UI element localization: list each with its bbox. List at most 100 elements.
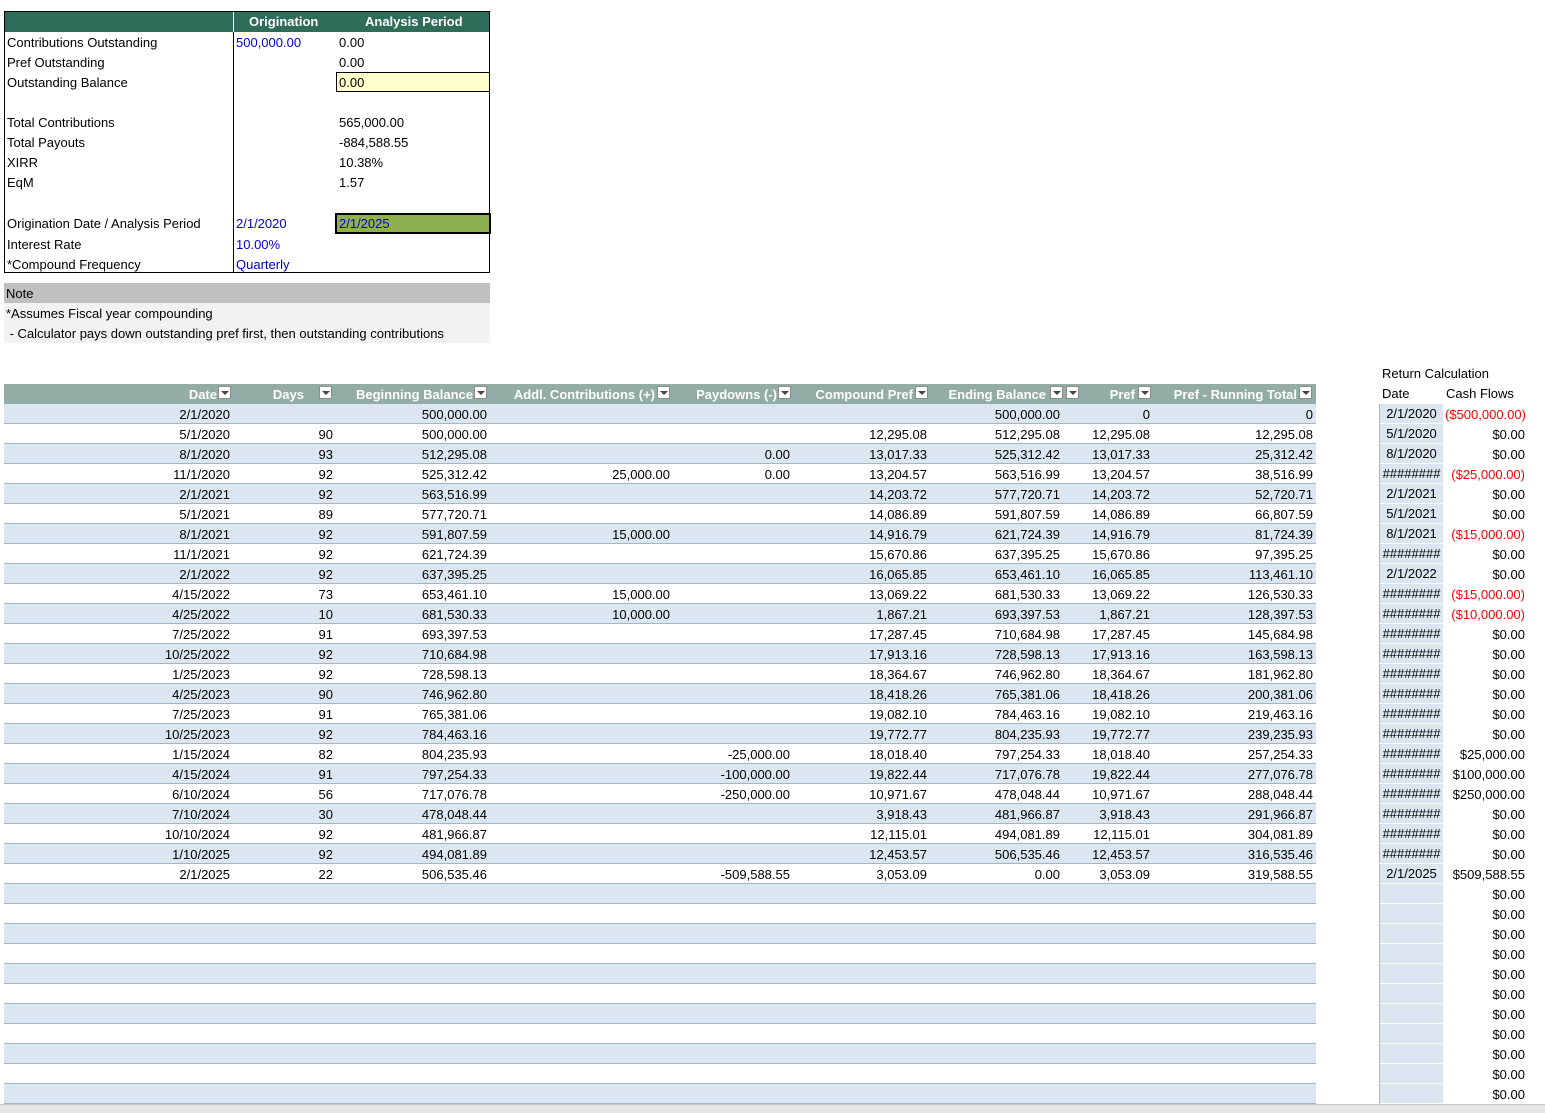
cell-pref[interactable]: 14,916.79	[1092, 527, 1150, 542]
cell-ending-balance[interactable]: 728,598.13	[995, 647, 1060, 662]
table-row[interactable]: 10/25/2022 92 710,684.98 17,913.16 728,598.1…	[4, 644, 1316, 664]
cell-pref[interactable]: 12,115.01	[1093, 827, 1150, 842]
return-calc-cashflow[interactable]: $0.00	[1445, 1067, 1525, 1082]
cell-beginning-balance[interactable]: 506,535.46	[422, 867, 487, 882]
return-calc-date[interactable]: ########	[1379, 684, 1443, 704]
cell-pref-running-total[interactable]: 126,530.33	[1248, 587, 1313, 602]
table-row[interactable]: 1/10/2025 92 494,081.89 12,453.57 506,535.46…	[4, 844, 1316, 864]
return-calc-row[interactable]: $0.00	[1379, 1084, 1525, 1104]
cell-paydowns[interactable]: 0.00	[765, 467, 790, 482]
cell-ending-balance[interactable]: 500,000.00	[995, 407, 1060, 422]
cell-paydowns[interactable]: -25,000.00	[728, 747, 790, 762]
return-calc-row[interactable]: $0.00	[1379, 1004, 1525, 1024]
cell-date[interactable]: 7/25/2023	[172, 707, 230, 722]
cell-pref[interactable]: 17,287.45	[1092, 627, 1150, 642]
return-calc-cashflow[interactable]: $0.00	[1445, 567, 1525, 582]
table-row[interactable]	[4, 964, 1316, 984]
cell-ending-balance[interactable]: 797,254.33	[995, 747, 1060, 762]
table-row[interactable]: 5/1/2021 89 577,720.71 14,086.89 591,807.59 1…	[4, 504, 1316, 524]
filter-dropdown-icon[interactable]	[319, 386, 332, 399]
cell-days[interactable]: 92	[319, 467, 333, 482]
table-row[interactable]	[4, 1024, 1316, 1044]
return-calc-row[interactable]: 2/1/2020 ($500,000.00)	[1379, 404, 1526, 424]
table-row[interactable]	[4, 1044, 1316, 1064]
cell-ending-balance[interactable]: 637,395.25	[995, 547, 1060, 562]
return-calc-cashflow[interactable]: $0.00	[1445, 727, 1525, 742]
return-calc-cashflow[interactable]: $0.00	[1445, 847, 1525, 862]
return-calc-cashflow[interactable]: $0.00	[1445, 1047, 1525, 1062]
return-calc-row[interactable]: $0.00	[1379, 944, 1525, 964]
filter-dropdown-icon[interactable]	[1066, 386, 1079, 399]
cell-beginning-balance[interactable]: 621,724.39	[422, 547, 487, 562]
return-calc-row[interactable]: ######## $100,000.00	[1379, 764, 1525, 784]
cell-pref-running-total[interactable]: 291,966.87	[1248, 807, 1313, 822]
cell-days[interactable]: 92	[319, 647, 333, 662]
return-calc-date[interactable]: ########	[1379, 804, 1443, 824]
return-calc-date[interactable]: 8/1/2021	[1379, 524, 1443, 544]
return-calc-date[interactable]: 2/1/2025	[1379, 864, 1443, 884]
filter-dropdown-icon[interactable]	[915, 386, 928, 399]
return-calc-date[interactable]: ########	[1379, 464, 1443, 484]
return-calc-cashflow[interactable]: $0.00	[1445, 627, 1525, 642]
cell-pref[interactable]: 12,453.57	[1092, 847, 1150, 862]
return-calc-row[interactable]: $0.00	[1379, 904, 1525, 924]
return-calc-date[interactable]: 8/1/2020	[1379, 444, 1443, 464]
cell-compound-pref[interactable]: 19,082.10	[869, 707, 927, 722]
return-calc-date[interactable]: ########	[1379, 624, 1443, 644]
cell-pref-running-total[interactable]: 12,295.08	[1255, 427, 1313, 442]
cell-compound-pref[interactable]: 17,913.16	[869, 647, 927, 662]
return-calc-date[interactable]: ########	[1379, 664, 1443, 684]
cell-pref[interactable]: 14,203.72	[1092, 487, 1150, 502]
cell-paydowns[interactable]: 0.00	[765, 447, 790, 462]
return-calc-date[interactable]: 2/1/2021	[1379, 484, 1443, 504]
cell-days[interactable]: 92	[319, 847, 333, 862]
cell-date[interactable]: 10/10/2024	[165, 827, 230, 842]
table-row[interactable]: 1/15/2024 82 804,235.93 -25,000.00 18,018.40…	[4, 744, 1316, 764]
cell-pref-running-total[interactable]: 66,807.59	[1255, 507, 1313, 522]
return-calc-row[interactable]: $0.00	[1379, 964, 1525, 984]
cell-ending-balance[interactable]: 506,535.46	[995, 847, 1060, 862]
return-calc-date[interactable]: ########	[1379, 704, 1443, 724]
cell-date[interactable]: 8/1/2020	[179, 447, 230, 462]
cell-date[interactable]: 2/1/2022	[179, 567, 230, 582]
cell-date[interactable]: 2/1/2020	[179, 407, 230, 422]
cell-days[interactable]: 91	[319, 627, 333, 642]
return-calc-row[interactable]: $0.00	[1379, 924, 1525, 944]
cell-pref[interactable]: 12,295.08	[1092, 427, 1150, 442]
return-calc-date[interactable]	[1379, 964, 1443, 984]
table-row[interactable]: 7/25/2023 91 765,381.06 19,082.10 784,463.16…	[4, 704, 1316, 724]
cell-addl-contributions[interactable]: 15,000.00	[612, 587, 670, 602]
cell-pref-running-total[interactable]: 163,598.13	[1248, 647, 1313, 662]
table-row[interactable]	[4, 924, 1316, 944]
cell-days[interactable]: 92	[319, 827, 333, 842]
cell-days[interactable]: 92	[319, 547, 333, 562]
return-calc-cashflow[interactable]: ($25,000.00)	[1445, 467, 1525, 482]
return-calc-cashflow[interactable]: $250,000.00	[1445, 787, 1525, 802]
return-calc-date[interactable]	[1379, 1084, 1443, 1104]
cell-beginning-balance[interactable]: 717,076.78	[422, 787, 487, 802]
cell-compound-pref[interactable]: 12,453.57	[869, 847, 927, 862]
cell-days[interactable]: 82	[319, 747, 333, 762]
cell-days[interactable]: 30	[319, 807, 333, 822]
return-calc-date[interactable]: ########	[1379, 764, 1443, 784]
cell-pref-running-total[interactable]: 181,962.80	[1248, 667, 1313, 682]
cell-beginning-balance[interactable]: 512,295.08	[422, 447, 487, 462]
cell-pref[interactable]: 19,772.77	[1092, 727, 1150, 742]
cell-pref[interactable]: 19,822.44	[1092, 767, 1150, 782]
return-calc-date[interactable]: ########	[1379, 744, 1443, 764]
return-calc-date[interactable]: ########	[1379, 724, 1443, 744]
cell-compound-pref[interactable]: 14,916.79	[869, 527, 927, 542]
cell-pref[interactable]: 13,069.22	[1092, 587, 1150, 602]
cell-compound-pref[interactable]: 14,203.72	[869, 487, 927, 502]
cell-date[interactable]: 10/25/2023	[165, 727, 230, 742]
table-row[interactable]: 6/10/2024 56 717,076.78 -250,000.00 10,971.6…	[4, 784, 1316, 804]
cell-date[interactable]: 4/25/2023	[172, 687, 230, 702]
cell-compound-pref[interactable]: 13,017.33	[869, 447, 927, 462]
cell-compound-pref[interactable]: 13,069.22	[869, 587, 927, 602]
cell-pref-running-total[interactable]: 239,235.93	[1248, 727, 1313, 742]
cell-date[interactable]: 10/25/2022	[165, 647, 230, 662]
cell-days[interactable]: 92	[319, 667, 333, 682]
cell-addl-contributions[interactable]: 25,000.00	[612, 467, 670, 482]
return-calc-date[interactable]: ########	[1379, 604, 1443, 624]
return-calc-cashflow[interactable]: $0.00	[1445, 967, 1525, 982]
